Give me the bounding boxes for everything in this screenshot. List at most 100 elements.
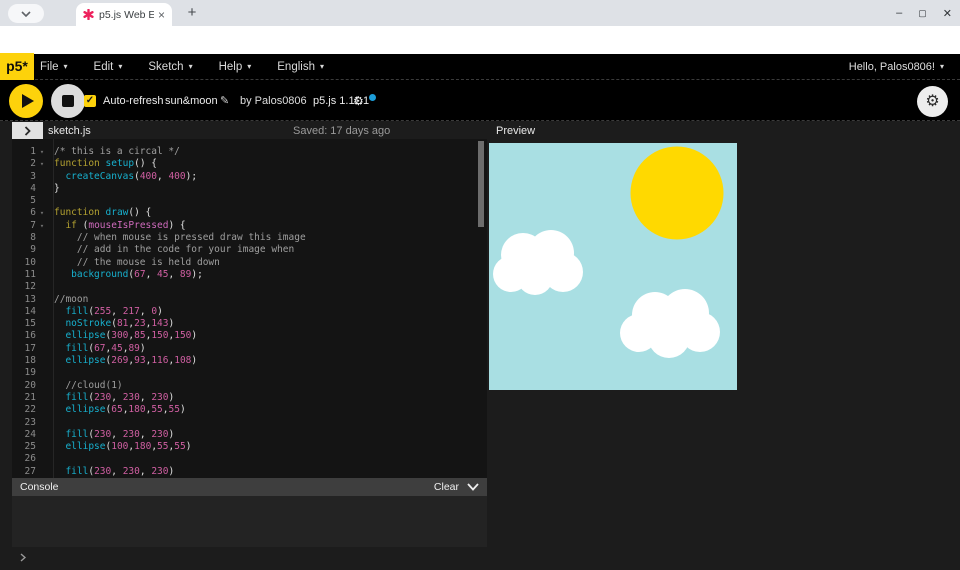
menu-english[interactable]: English▾ [277, 61, 324, 73]
line-number: 19 [12, 367, 36, 379]
fold-gutter [36, 392, 48, 404]
code-text: // when mouse is pressed draw this image [54, 232, 306, 244]
fold-gutter [36, 429, 48, 441]
editor-scrollbar[interactable] [478, 141, 484, 227]
line-number: 27 [12, 466, 36, 478]
code-line[interactable]: 10 // the mouse is held down [12, 257, 487, 269]
version-settings-gear-icon[interactable]: ⚙ [353, 95, 364, 107]
sidebar-expand-button[interactable] [12, 122, 43, 139]
code-line[interactable]: 14 fill(255, 217, 0) [12, 306, 487, 318]
menu-items: File▾Edit▾Sketch▾Help▾English▾ [40, 54, 324, 79]
code-line[interactable]: 2▾function setup() { [12, 158, 487, 170]
stop-button[interactable] [51, 84, 85, 118]
code-line[interactable]: 17 fill(67,45,89) [12, 343, 487, 355]
menu-file[interactable]: File▾ [40, 61, 68, 73]
code-text: fill(67,45,89) [54, 343, 146, 355]
fold-gutter [36, 453, 48, 465]
fold-arrow-icon[interactable]: ▾ [36, 146, 48, 158]
line-number: 2 [12, 158, 36, 170]
auto-refresh-checkbox[interactable]: ✓ [84, 95, 96, 107]
menu-help[interactable]: Help▾ [219, 61, 252, 73]
code-line[interactable]: 16 ellipse(300,85,150,150) [12, 330, 487, 342]
code-line[interactable]: 3 createCanvas(400, 400); [12, 171, 487, 183]
code-text: //cloud(1) [54, 380, 123, 392]
code-line[interactable]: 27 fill(230, 230, 230) [12, 466, 487, 478]
tab-close-icon[interactable]: × [158, 8, 165, 22]
line-number: 10 [12, 257, 36, 269]
window-maximize-button[interactable]: ▢ [918, 8, 927, 19]
fold-gutter [36, 343, 48, 355]
auto-refresh-label: Auto-refresh [103, 95, 164, 107]
fold-gutter [36, 330, 48, 342]
edit-name-pencil-icon[interactable]: ✎ [220, 95, 229, 107]
fold-arrow-icon[interactable]: ▾ [36, 220, 48, 232]
browser-tabstrip: p5.js Web Editor | sun&moo × + – ▢ ✕ [0, 0, 960, 26]
line-number: 23 [12, 417, 36, 429]
p5-logo[interactable]: p5* [0, 53, 34, 80]
window-close-button[interactable]: ✕ [943, 7, 952, 20]
fold-gutter [36, 232, 48, 244]
code-text: ellipse(269,93,116,108) [54, 355, 197, 367]
code-text: ellipse(100,180,55,55) [54, 441, 191, 453]
code-line[interactable]: 4} [12, 183, 487, 195]
code-line[interactable]: 25 ellipse(100,180,55,55) [12, 441, 487, 453]
chevron-down-icon: ▾ [940, 62, 944, 71]
window-minimize-button[interactable]: – [896, 7, 902, 19]
code-line[interactable]: 13//moon [12, 294, 487, 306]
code-line[interactable]: 9 // add in the code for your image when [12, 244, 487, 256]
fold-arrow-icon[interactable]: ▾ [36, 207, 48, 219]
code-line[interactable]: 11 background(67, 45, 89); [12, 269, 487, 281]
tab-search-button[interactable] [8, 4, 44, 23]
code-line[interactable]: 23 [12, 417, 487, 429]
code-line[interactable]: 24 fill(230, 230, 230) [12, 429, 487, 441]
code-line[interactable]: 20 //cloud(1) [12, 380, 487, 392]
preview-label: Preview [496, 125, 535, 137]
console-clear-button[interactable]: Clear [434, 481, 459, 493]
new-tab-button[interactable]: + [182, 3, 202, 23]
sketch-preview-canvas[interactable] [489, 143, 737, 390]
code-line[interactable]: 12 [12, 281, 487, 293]
line-number: 5 [12, 195, 36, 207]
line-number: 1 [12, 146, 36, 158]
menu-sketch[interactable]: Sketch▾ [148, 61, 192, 73]
code-line[interactable]: 6▾function draw() { [12, 207, 487, 219]
account-greeting[interactable]: Hello, Palos0806! ▾ [849, 54, 944, 79]
fold-arrow-icon[interactable]: ▾ [36, 158, 48, 170]
code-editor[interactable]: 1▾/* this is a circal */2▾function setup… [12, 139, 487, 478]
code-line[interactable]: 26 [12, 453, 487, 465]
code-line[interactable]: 5 [12, 195, 487, 207]
fold-gutter [36, 257, 48, 269]
fold-gutter [36, 466, 48, 478]
code-line[interactable]: 18 ellipse(269,93,116,108) [12, 355, 487, 367]
chevron-down-icon: ▾ [320, 62, 324, 71]
code-text: // the mouse is held down [54, 257, 220, 269]
notification-dot [369, 94, 376, 101]
menu-label: File [40, 61, 59, 73]
line-number: 16 [12, 330, 36, 342]
code-line[interactable]: 7▾ if (mouseIsPressed) { [12, 220, 487, 232]
play-icon [22, 94, 34, 108]
fold-gutter [36, 441, 48, 453]
menu-edit[interactable]: Edit▾ [94, 61, 123, 73]
line-number: 20 [12, 380, 36, 392]
console-collapse-chevron-icon[interactable] [467, 483, 479, 491]
bottom-expand-chevron[interactable] [16, 550, 30, 564]
code-line[interactable]: 8 // when mouse is pressed draw this ima… [12, 232, 487, 244]
browser-tab[interactable]: p5.js Web Editor | sun&moo × [76, 3, 172, 26]
settings-button[interactable]: ⚙ [917, 86, 948, 117]
console-output [12, 496, 487, 547]
code-line[interactable]: 19 [12, 367, 487, 379]
code-line[interactable]: 22 ellipse(65,180,55,55) [12, 404, 487, 416]
code-line[interactable]: 21 fill(230, 230, 230) [12, 392, 487, 404]
play-button[interactable] [9, 84, 43, 118]
code-text: fill(255, 217, 0) [54, 306, 163, 318]
fold-gutter [36, 306, 48, 318]
file-tab-sketchjs[interactable]: sketch.js [48, 125, 91, 137]
code-line[interactable]: 15 noStroke(81,23,143) [12, 318, 487, 330]
sketch-name: sun&moon [165, 95, 218, 107]
code-line[interactable]: 1▾/* this is a circal */ [12, 146, 487, 158]
line-number: 9 [12, 244, 36, 256]
sketch-author: by Palos0806 [240, 95, 307, 107]
code-text: fill(230, 230, 230) [54, 392, 174, 404]
line-number: 11 [12, 269, 36, 281]
